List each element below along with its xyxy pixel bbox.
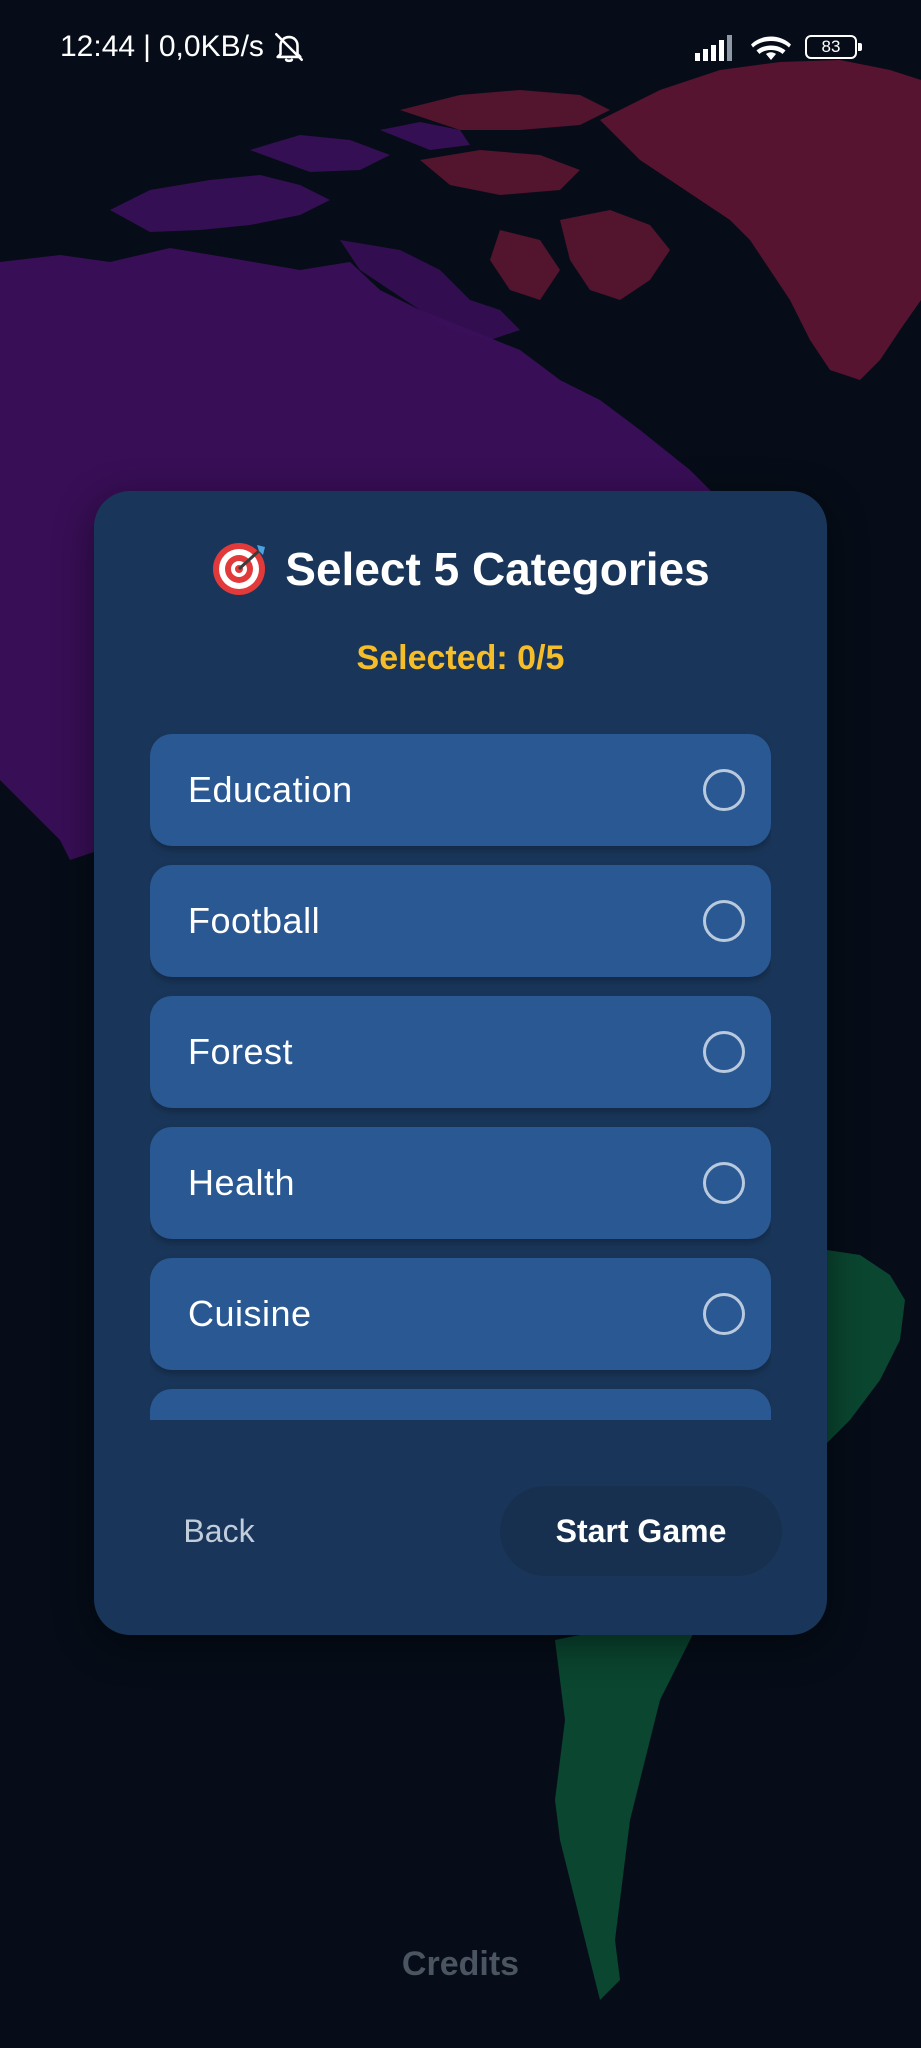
- category-label: Cuisine: [188, 1293, 312, 1334]
- signal-icon: [695, 33, 737, 61]
- start-game-button[interactable]: Start Game: [500, 1486, 782, 1576]
- selected-count: Selected: 0/5: [356, 639, 565, 677]
- status-right: 83: [695, 32, 862, 62]
- status-bar: 12:44 | 0,0KB/s 83: [0, 0, 921, 100]
- category-label: Football: [188, 900, 321, 941]
- radio-unchecked-icon[interactable]: [703, 1293, 745, 1335]
- category-item-education[interactable]: Education: [150, 734, 771, 846]
- category-item-football[interactable]: Football: [150, 865, 771, 977]
- map-greenland: [600, 60, 921, 380]
- category-item-forest[interactable]: Forest: [150, 996, 771, 1108]
- category-label: Education: [188, 769, 353, 810]
- radio-unchecked-icon[interactable]: [703, 1031, 745, 1073]
- status-separator: |: [143, 30, 151, 63]
- bell-off-icon: [272, 30, 306, 64]
- category-list-inner: Education Football Forest Health Cuisine: [150, 734, 771, 1420]
- target-icon: [211, 541, 267, 597]
- battery-level: 83: [821, 37, 841, 56]
- credits-button[interactable]: Credits: [0, 1945, 921, 1984]
- category-list[interactable]: Education Football Forest Health Cuisine: [150, 734, 771, 1420]
- dialog-title-text: Select 5 Categories: [285, 543, 710, 595]
- radio-unchecked-icon[interactable]: [703, 769, 745, 811]
- category-item-cuisine[interactable]: Cuisine: [150, 1258, 771, 1370]
- map-arctic-islands: [110, 122, 470, 232]
- dialog-title: Select 5 Categories: [94, 541, 827, 597]
- battery-icon: 83: [805, 35, 862, 59]
- wifi-icon: [751, 32, 791, 62]
- radio-unchecked-icon[interactable]: [703, 1162, 745, 1204]
- category-label: Health: [188, 1162, 296, 1203]
- category-label: Forest: [188, 1031, 294, 1072]
- radio-unchecked-icon[interactable]: [703, 900, 745, 942]
- status-time: 12:44: [60, 30, 136, 63]
- status-network-speed: 0,0KB/s: [158, 30, 264, 63]
- category-item-health[interactable]: Health: [150, 1127, 771, 1239]
- category-item-partial[interactable]: [150, 1389, 771, 1420]
- back-button[interactable]: Back: [154, 1491, 284, 1571]
- category-select-dialog: Select 5 Categories Selected: 0/5 Educat…: [94, 491, 827, 1635]
- status-left: 12:44 | 0,0KB/s: [60, 30, 306, 64]
